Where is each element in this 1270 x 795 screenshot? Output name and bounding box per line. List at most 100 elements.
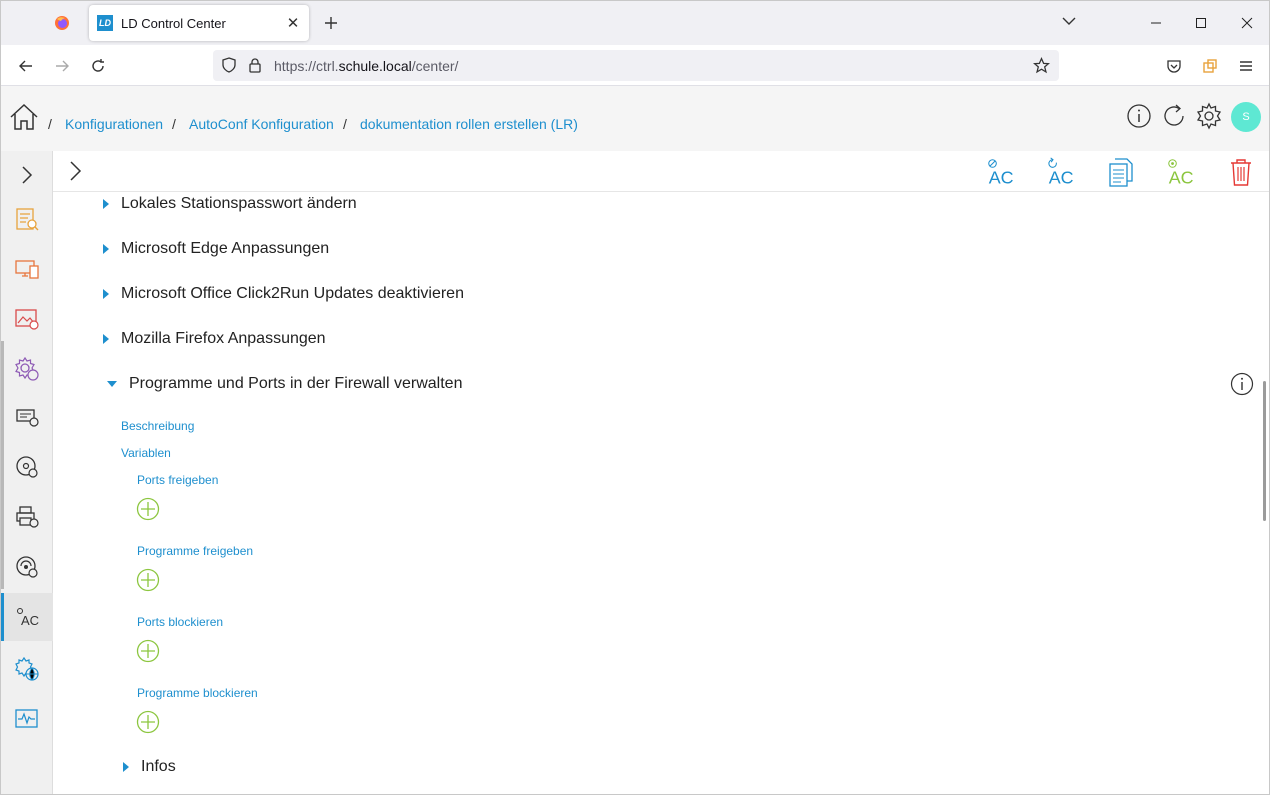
section-firewall[interactable]: Programme und Ports in der Firewall verw… bbox=[103, 375, 462, 393]
info-icon[interactable] bbox=[1125, 102, 1153, 130]
sidebar-item-reports[interactable] bbox=[1, 195, 53, 243]
reload-icon bbox=[92, 59, 104, 72]
printers-icon bbox=[16, 506, 39, 528]
section-infos[interactable]: Infos bbox=[123, 758, 176, 776]
lock-icon bbox=[249, 58, 261, 73]
list-all-tabs-button[interactable] bbox=[1061, 13, 1077, 34]
breadcrumb-konfigurationen[interactable]: Konfigurationen bbox=[65, 116, 163, 132]
monitoring-icon bbox=[15, 709, 38, 728]
add-ac-icon[interactable]: AC bbox=[1165, 156, 1197, 188]
url-bar[interactable]: https://ctrl.schule.local/center/ bbox=[213, 50, 1059, 81]
url-path: /center/ bbox=[411, 58, 459, 74]
extension-button[interactable] bbox=[1197, 53, 1223, 79]
refresh-icon[interactable] bbox=[1160, 102, 1188, 130]
breadcrumb-separator: / bbox=[172, 116, 176, 132]
section-firefox[interactable]: Mozilla Firefox Anpassungen bbox=[103, 330, 326, 348]
images-icon bbox=[15, 309, 39, 330]
pocket-icon bbox=[1167, 60, 1181, 73]
section-label: Programme und Ports in der Firewall verw… bbox=[129, 375, 463, 392]
close-icon bbox=[1241, 17, 1253, 29]
clear-ac-icon[interactable]: AC bbox=[985, 156, 1017, 188]
sidebar-item-web-settings[interactable] bbox=[1, 645, 53, 693]
browser-window: LD LD Control Center ✕ https://ctrl.schu… bbox=[0, 0, 1270, 795]
sidebar-item-drivers[interactable] bbox=[1, 543, 53, 591]
section-stationspasswort[interactable]: Lokales Stationspasswort ändern bbox=[103, 195, 357, 213]
section-label: Microsoft Office Click2Run Updates deakt… bbox=[121, 285, 464, 302]
add-circle-icon[interactable] bbox=[136, 639, 160, 663]
autoconf-icon: AC bbox=[16, 608, 39, 628]
variablen-link[interactable]: Variablen bbox=[121, 446, 171, 460]
home-icon[interactable] bbox=[9, 102, 39, 132]
variable-ports-blockieren[interactable]: Ports blockieren bbox=[137, 615, 223, 629]
expand-panel-chevron-icon[interactable] bbox=[67, 159, 85, 183]
back-button[interactable] bbox=[13, 53, 39, 79]
left-sidebar: AC bbox=[1, 151, 53, 794]
svg-text:AC: AC bbox=[21, 613, 39, 628]
maximize-icon bbox=[1196, 18, 1206, 28]
extension-icon bbox=[1203, 59, 1217, 73]
minimize-icon bbox=[1151, 22, 1161, 24]
sidebar-item-configurations[interactable] bbox=[1, 345, 53, 393]
add-circle-icon[interactable] bbox=[136, 710, 160, 734]
expand-triangle-icon bbox=[103, 334, 109, 344]
info-icon[interactable] bbox=[1230, 372, 1254, 396]
tab-strip: LD LD Control Center ✕ bbox=[1, 1, 1269, 45]
reload-button[interactable] bbox=[85, 53, 111, 79]
sidebar-item-autoconf[interactable]: AC bbox=[1, 593, 53, 641]
section-office-click2run[interactable]: Microsoft Office Click2Run Updates deakt… bbox=[103, 285, 464, 303]
browser-tab-active[interactable]: LD LD Control Center ✕ bbox=[89, 5, 309, 41]
web-settings-icon bbox=[15, 656, 39, 681]
breadcrumb-autoconf[interactable]: AutoConf Konfiguration bbox=[189, 116, 334, 132]
expand-triangle-icon bbox=[103, 289, 109, 299]
toolbar: AC AC AC bbox=[53, 151, 1269, 192]
sidebar-item-software[interactable] bbox=[1, 443, 53, 491]
add-circle-icon[interactable] bbox=[136, 497, 160, 521]
add-circle-icon[interactable] bbox=[136, 568, 160, 592]
forward-button[interactable] bbox=[49, 53, 75, 79]
section-label: Microsoft Edge Anpassungen bbox=[121, 240, 330, 257]
firefox-view-button[interactable] bbox=[47, 7, 77, 39]
trash-icon[interactable] bbox=[1225, 156, 1257, 188]
expand-triangle-icon bbox=[123, 762, 129, 772]
plus-icon bbox=[325, 17, 337, 29]
sidebar-item-images[interactable] bbox=[1, 295, 53, 343]
section-edge[interactable]: Microsoft Edge Anpassungen bbox=[103, 240, 329, 258]
app-menu-button[interactable] bbox=[1233, 53, 1259, 79]
chevron-right-icon bbox=[22, 166, 33, 184]
new-tab-button[interactable] bbox=[319, 11, 343, 35]
ld-logo-icon: LD bbox=[97, 15, 113, 31]
variable-programme-freigeben[interactable]: Programme freigeben bbox=[137, 544, 253, 558]
beschreibung-link[interactable]: Beschreibung bbox=[121, 419, 194, 433]
sidebar-item-printers[interactable] bbox=[1, 493, 53, 541]
network-devices-icon bbox=[16, 409, 39, 427]
reload-ac-icon[interactable]: AC bbox=[1045, 156, 1077, 188]
firefox-icon bbox=[55, 16, 69, 30]
bookmark-star-icon[interactable] bbox=[1033, 57, 1050, 74]
settings-gear-icon[interactable] bbox=[1195, 102, 1223, 130]
drivers-icon bbox=[16, 556, 38, 578]
variable-ports-freigeben[interactable]: Ports freigeben bbox=[137, 473, 218, 487]
reports-icon bbox=[16, 208, 39, 231]
url-host: schule.local bbox=[338, 58, 412, 74]
sidebar-item-monitoring[interactable] bbox=[1, 695, 53, 743]
avatar[interactable]: S bbox=[1231, 102, 1261, 132]
breadcrumb-current[interactable]: dokumentation rollen erstellen (LR) bbox=[360, 116, 578, 132]
sidebar-item-network-devices[interactable] bbox=[1, 393, 53, 441]
shield-icon bbox=[222, 57, 236, 73]
url-text: https://ctrl.schule.local/center/ bbox=[274, 58, 458, 74]
maximize-button[interactable] bbox=[1189, 11, 1213, 35]
section-label: Lokales Stationspasswort ändern bbox=[121, 195, 357, 212]
close-window-button[interactable] bbox=[1235, 11, 1259, 35]
sidebar-item-devices[interactable] bbox=[1, 245, 53, 293]
pocket-button[interactable] bbox=[1161, 53, 1187, 79]
url-prefix: https://ctrl. bbox=[274, 58, 339, 74]
main-content: Lokales Stationspasswort ändern Microsof… bbox=[53, 192, 1261, 794]
tab-close-icon[interactable]: ✕ bbox=[285, 14, 301, 32]
document-icon[interactable] bbox=[1105, 156, 1137, 188]
arrow-right-icon bbox=[56, 60, 69, 72]
minimize-button[interactable] bbox=[1144, 11, 1168, 35]
arrow-left-icon bbox=[19, 60, 32, 72]
sidebar-expand-button[interactable] bbox=[1, 151, 53, 199]
variable-programme-blockieren[interactable]: Programme blockieren bbox=[137, 686, 258, 700]
scrollbar-thumb[interactable] bbox=[1263, 381, 1266, 521]
